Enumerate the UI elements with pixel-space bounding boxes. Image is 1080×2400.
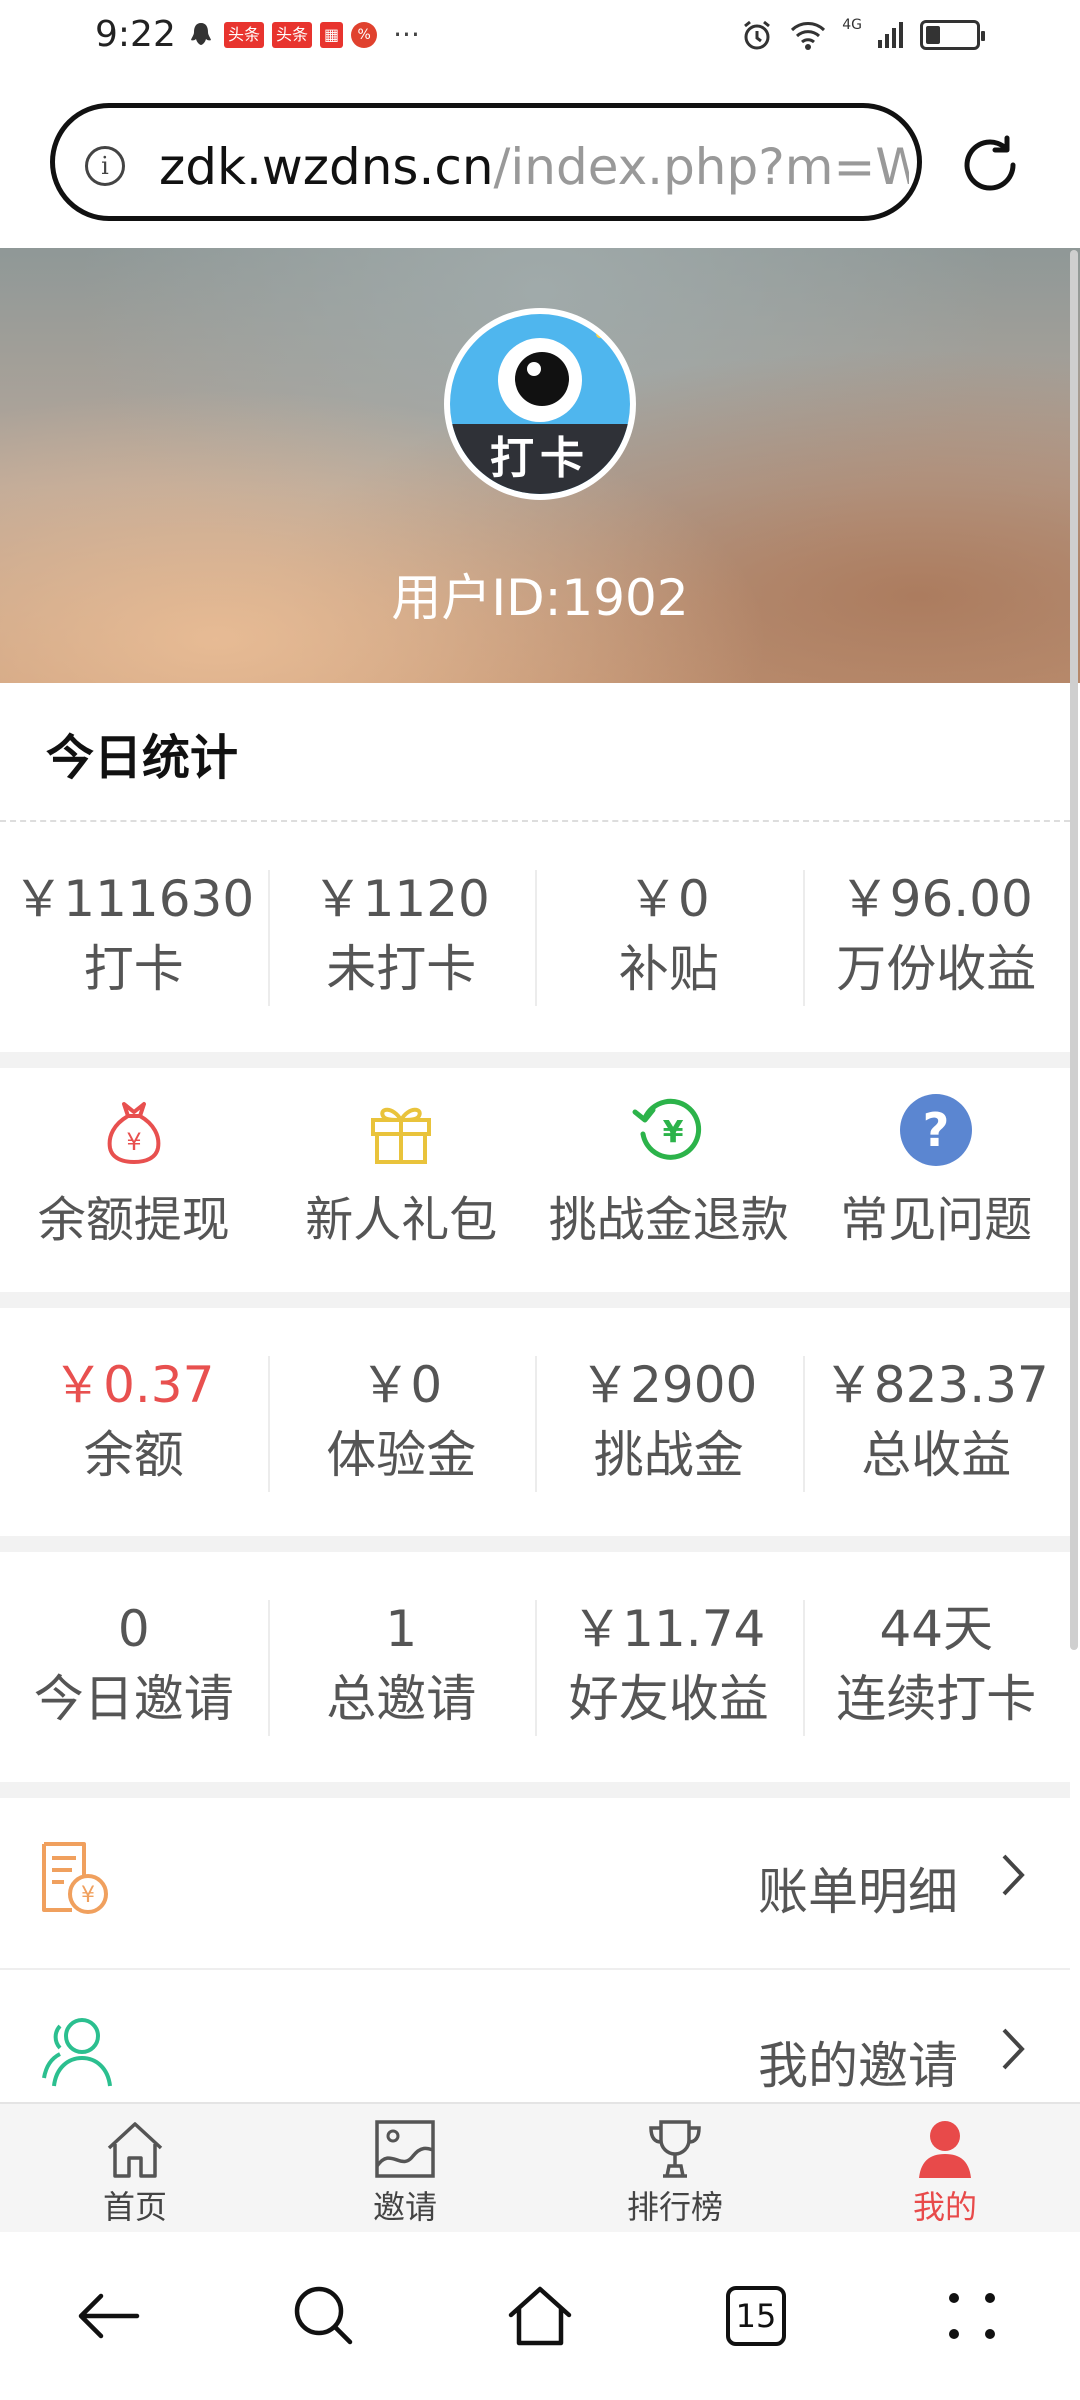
home-icon <box>107 2122 163 2178</box>
gift-pack-button[interactable]: 新人礼包 <box>268 1090 536 1250</box>
stat-subsidy: ￥0 补贴 <box>535 864 803 1006</box>
stat-balance[interactable]: ￥0.37 余额 <box>0 1350 268 1490</box>
browser-nav: 15 <box>0 2232 1080 2400</box>
url-text[interactable]: zdk.wzdns.cn/index.php?m=W <box>159 138 909 196</box>
stat-total-income[interactable]: ￥823.37 总收益 <box>802 1350 1071 1492</box>
info-icon[interactable]: i <box>85 146 125 186</box>
stat-trial-fund[interactable]: ￥0 体验金 <box>267 1350 536 1492</box>
tab-count: 15 <box>726 2286 786 2346</box>
toutiao-badge: 头条 <box>272 22 313 48</box>
status-time: 9:22 <box>95 14 176 55</box>
app-badge-icon: ▦ <box>320 22 344 48</box>
battery-icon <box>920 20 985 50</box>
reload-icon[interactable] <box>955 130 1025 200</box>
stat-today-invites: 0 今日邀请 <box>33 1600 234 1728</box>
users-icon <box>42 2018 112 2087</box>
dots-menu-icon <box>949 2293 995 2339</box>
eye-icon <box>498 338 582 422</box>
chevron-right-icon <box>1002 2028 1025 2070</box>
avatar-label: 打卡 <box>490 433 590 484</box>
trophy-icon <box>649 2120 701 2178</box>
penguin-icon <box>191 23 211 45</box>
refund-button[interactable]: ¥ 挑战金退款 <box>535 1090 803 1250</box>
refund-icon: ¥ <box>632 1098 701 1160</box>
search-icon <box>294 2286 353 2345</box>
quick-actions: ¥ 余额提现 新人礼包 ¥ 挑战金退款 ? 常见问题 <box>0 1090 1070 1250</box>
section-gap <box>0 1782 1070 1798</box>
svg-text:¥: ¥ <box>126 1128 141 1156</box>
money-bag-icon: ¥ <box>107 1102 161 1165</box>
svg-text:¥: ¥ <box>662 1115 683 1150</box>
tabs-button[interactable]: 15 <box>711 2271 801 2361</box>
search-button[interactable] <box>279 2271 369 2361</box>
wifi-icon <box>791 22 826 50</box>
avatar[interactable]: 打卡 <box>444 308 636 500</box>
more-notifications: ··· <box>393 18 420 51</box>
section-gap <box>0 1536 1070 1552</box>
svg-text:?: ? <box>923 1103 950 1157</box>
today-stats: ￥111630 打卡 ￥1120 未打卡 ￥0 补贴 ￥96.00 万份收益 <box>0 864 1071 1006</box>
tab-mine[interactable]: 我的 <box>810 2104 1080 2232</box>
app-dot-icon: % <box>351 22 378 48</box>
section-title: 今日统计 <box>46 730 239 786</box>
person-icon <box>919 2121 971 2178</box>
status-bar: 9:22 头条 头条 ▦ % ··· 4G <box>0 0 1080 80</box>
user-id: 用户ID:1902 <box>391 569 689 627</box>
section-gap <box>0 1052 1070 1068</box>
bill-details-item[interactable]: ¥ 账单明细 <box>0 1798 1070 1970</box>
tab-ranking[interactable]: 排行榜 <box>540 2104 810 2232</box>
stat-total-invites: 1 总邀请 <box>267 1594 536 1736</box>
section-gap <box>0 1292 1070 1308</box>
stat-challenge-fund[interactable]: ￥2900 挑战金 <box>535 1350 803 1492</box>
notification-icons: 头条 头条 ▦ % ··· <box>186 20 420 50</box>
image-icon <box>375 2120 435 2178</box>
withdraw-button[interactable]: ¥ 余额提现 <box>0 1090 268 1250</box>
home-button[interactable] <box>495 2271 585 2361</box>
stat-missed: ￥1120 未打卡 <box>267 864 536 1006</box>
bill-icon: ¥ <box>42 1842 108 1914</box>
toutiao-badge: 头条 <box>224 22 265 48</box>
chevron-right-icon <box>1002 1854 1025 1896</box>
system-status: 4G <box>740 17 985 52</box>
gift-icon <box>371 1107 432 1164</box>
invite-stats: 0 今日邀请 1 总邀请 ￥11.74 好友收益 44天 连续打卡 <box>0 1594 1071 1736</box>
svg-text:¥: ¥ <box>81 1883 95 1908</box>
menu-button[interactable] <box>927 2271 1017 2361</box>
divider <box>0 820 1070 822</box>
network-type: 4G <box>842 17 862 33</box>
stat-streak: 44天 连续打卡 <box>802 1594 1071 1736</box>
stat-friend-income: ￥11.74 好友收益 <box>535 1594 803 1736</box>
scrollbar[interactable] <box>1070 250 1078 1650</box>
back-button[interactable] <box>63 2271 153 2361</box>
profile-banner: 打卡 用户ID:1902 <box>0 248 1080 683</box>
wallet-stats: ￥0.37 余额 ￥0 体验金 ￥2900 挑战金 ￥823.37 总收益 <box>0 1350 1071 1492</box>
arrow-left-icon <box>78 2293 140 2339</box>
stat-checkin: ￥111630 打卡 <box>13 870 255 998</box>
stat-yield: ￥96.00 万份收益 <box>802 864 1071 1006</box>
alarm-icon <box>744 20 771 50</box>
faq-button[interactable]: ? 常见问题 <box>803 1090 1071 1250</box>
tab-home[interactable]: 首页 <box>0 2104 270 2232</box>
question-icon: ? <box>900 1094 973 1166</box>
address-bar[interactable]: i zdk.wzdns.cn/index.php?m=W <box>50 103 922 221</box>
signal-icon <box>878 22 903 48</box>
tab-bar: 首页 邀请 排行榜 我的 <box>0 2102 1080 2232</box>
home-icon <box>508 2286 572 2346</box>
tab-invite[interactable]: 邀请 <box>270 2104 540 2232</box>
